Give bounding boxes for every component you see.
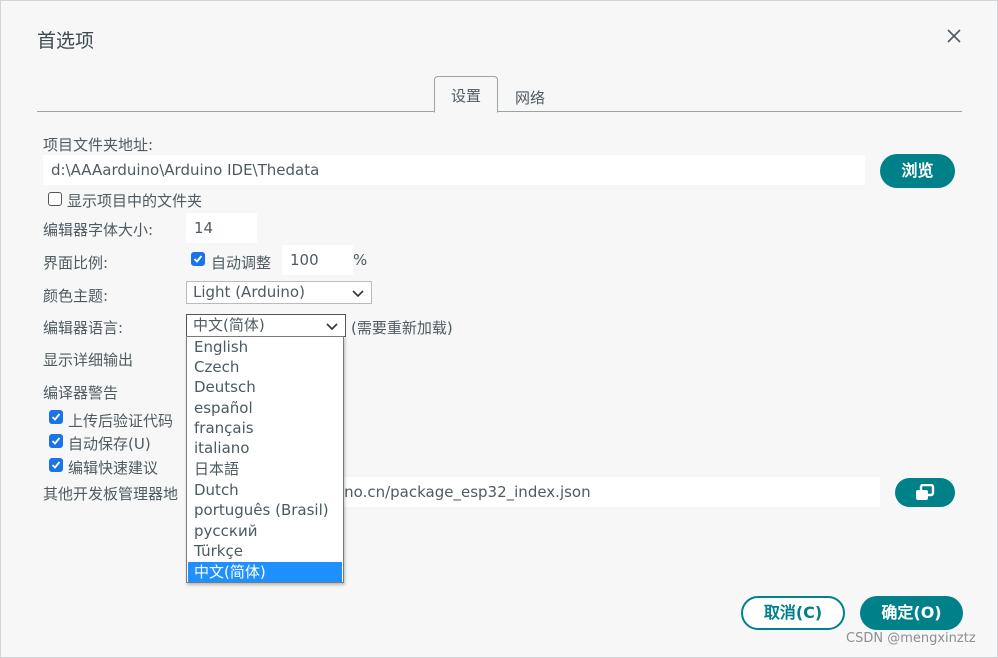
cancel-button[interactable]: 取消(C) [741, 596, 845, 630]
verify-upload-checkbox[interactable] [49, 410, 63, 424]
close-icon[interactable] [941, 23, 967, 49]
font-size-label: 编辑器字体大小: [43, 221, 154, 239]
verify-upload-label: 上传后验证代码 [68, 412, 174, 430]
language-select[interactable]: 中文(简体) [186, 314, 346, 337]
board-manager-url-input[interactable]: ino.cn/package_esp32_index.json [332, 477, 880, 507]
language-option[interactable]: Türkçe [188, 541, 342, 561]
check-icon [193, 255, 203, 263]
board-urls-button[interactable] [895, 478, 955, 507]
language-option[interactable]: português (Brasil) [188, 500, 342, 520]
language-option-selected[interactable]: 中文(简体) [188, 562, 342, 582]
sketchbook-path-input[interactable]: d:\AAAarduino\Arduino IDE\Thedata [43, 155, 865, 185]
theme-select[interactable]: Light (Arduino) [186, 281, 372, 304]
chevron-down-icon [326, 323, 338, 331]
warnings-label: 编译器警告 [43, 384, 119, 402]
show-files-checkbox[interactable] [48, 192, 62, 206]
language-option[interactable]: italiano [188, 438, 342, 458]
check-icon [51, 461, 61, 469]
sketchbook-label: 项目文件夹地址: [43, 136, 154, 154]
board-manager-label: 其他开发板管理器地 [43, 485, 179, 503]
auto-save-label: 自动保存(U) [68, 435, 151, 453]
scale-unit: % [353, 251, 368, 269]
language-option[interactable]: Czech [188, 357, 342, 377]
language-option[interactable]: français [188, 418, 342, 438]
check-icon [51, 413, 61, 421]
watermark: CSDN @mengxinztz [846, 631, 976, 646]
auto-save-checkbox[interactable] [49, 434, 63, 448]
quick-suggestions-label: 编辑快速建议 [68, 459, 159, 477]
scale-input[interactable]: 100 [282, 245, 353, 275]
language-option[interactable]: Deutsch [188, 377, 342, 397]
reload-note: (需要重新加载) [351, 319, 453, 337]
tab-network[interactable]: 网络 [515, 87, 545, 108]
chevron-down-icon [352, 290, 364, 298]
check-icon [51, 437, 61, 445]
dialog-title: 首选项 [37, 30, 95, 52]
ok-button[interactable]: 确定(O) [860, 596, 963, 630]
preferences-dialog: 首选项 设置 网络 项目文件夹地址: d:\AAAarduino\Arduino… [0, 0, 998, 658]
tab-settings[interactable]: 设置 [434, 76, 498, 113]
scale-label: 界面比例: [43, 254, 109, 272]
browse-button[interactable]: 浏览 [880, 154, 955, 188]
theme-value: Light (Arduino) [193, 283, 305, 301]
quick-suggestions-checkbox[interactable] [49, 458, 63, 472]
language-option[interactable]: 日本語 [188, 459, 342, 479]
font-size-input[interactable]: 14 [186, 213, 257, 243]
auto-scale-checkbox[interactable] [191, 252, 205, 266]
open-window-icon [916, 484, 935, 500]
language-option[interactable]: Dutch [188, 480, 342, 500]
show-files-label: 显示项目中的文件夹 [67, 192, 203, 210]
verbose-label: 显示详细输出 [43, 351, 134, 369]
language-dropdown-list: English Czech Deutsch español français i… [186, 336, 344, 583]
theme-label: 颜色主题: [43, 287, 109, 305]
tab-divider [37, 111, 962, 112]
language-label: 编辑器语言: [43, 319, 124, 337]
language-value: 中文(简体) [193, 316, 265, 334]
language-option[interactable]: English [188, 337, 342, 357]
language-option[interactable]: español [188, 398, 342, 418]
language-option[interactable]: русский [188, 521, 342, 541]
auto-scale-label: 自动调整 [211, 254, 272, 272]
